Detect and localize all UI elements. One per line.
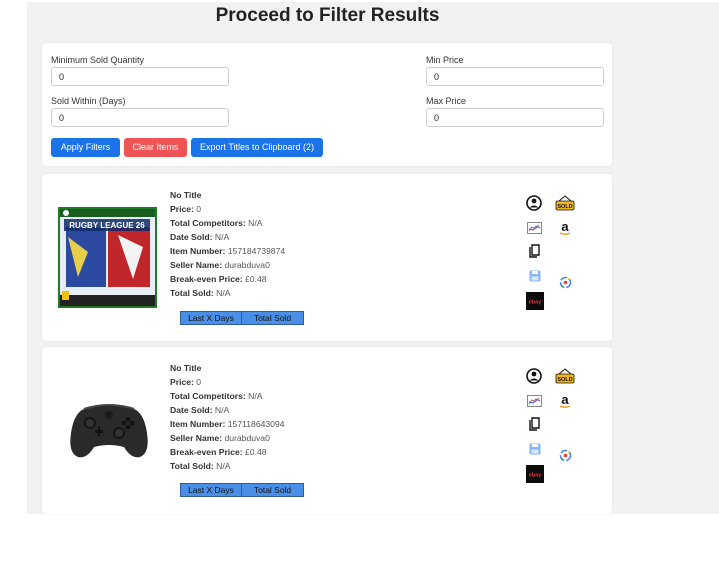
amazon-icon[interactable]: a [558, 392, 572, 414]
break-even-label: Break-even Price: [170, 447, 243, 457]
break-even-value: £0.48 [245, 447, 267, 457]
sales-chart-icon[interactable] [527, 221, 542, 239]
break-even-value: £0.48 [245, 274, 267, 284]
price-value: 0 [196, 377, 202, 387]
total-sold-value: N/A [216, 461, 231, 471]
item-number-value: 157184739874 [227, 246, 286, 256]
filter-panel: Minimum Sold Quantity 0 Min Price 0 Sold… [42, 43, 612, 166]
ebay-logo-icon[interactable]: ebay [526, 292, 544, 315]
seller-name-label: Seller Name: [170, 433, 223, 443]
apply-filters-button[interactable]: Apply Filters [51, 138, 120, 157]
item-details: No Title Price: 0 Total Competitors: N/A… [170, 361, 285, 473]
sold-badge-icon[interactable]: SOLD [555, 195, 575, 216]
total-sold-label: Total Sold: [170, 461, 214, 471]
competitors-value: N/A [248, 391, 263, 401]
tab-last-x-days[interactable]: Last X Days [180, 311, 242, 325]
date-sold-value: N/A [214, 232, 230, 242]
sales-chart-icon[interactable] [527, 394, 542, 412]
copy-icon[interactable] [529, 417, 540, 436]
item-card: No Title Price: 0 Total Competitors: N/A… [42, 347, 612, 514]
break-even-label: Break-even Price: [170, 274, 243, 284]
item-card: RUGBY LEAGUE 26 No Title Price: 0 Total … [42, 174, 612, 341]
min-sold-label: Minimum Sold Quantity [51, 55, 145, 65]
item-details: No Title Price: 0 Total Competitors: N/A… [170, 188, 285, 300]
date-sold-value: N/A [214, 405, 230, 415]
max-price-label: Max Price [426, 96, 467, 106]
sold-badge-icon[interactable]: SOLD [555, 368, 575, 389]
seller-name-value: durabduva0 [224, 260, 270, 270]
date-sold-label: Date Sold: [170, 232, 213, 242]
competitors-label: Total Competitors: [170, 391, 246, 401]
amazon-icon[interactable]: a [558, 219, 572, 241]
seller-name-label: Seller Name: [170, 260, 223, 270]
save-icon[interactable] [529, 269, 541, 287]
page-title: Proceed to Filter Results [215, 5, 440, 26]
competitors-value: N/A [248, 218, 263, 228]
product-image-controller[interactable] [68, 403, 150, 459]
total-sold-value: N/A [216, 288, 231, 298]
sales-tabs: Last X Days Total Sold [180, 311, 304, 325]
cover-title-text: RUGBY LEAGUE 26 [69, 221, 145, 230]
user-profile-icon[interactable] [526, 368, 542, 389]
export-titles-button[interactable]: Export Titles to Clipboard (2) [191, 138, 323, 157]
item-number-label: Item Number: [170, 246, 226, 256]
item-number-value: 157118643094 [227, 419, 285, 429]
clear-items-button[interactable]: Clear Items [124, 138, 187, 157]
sales-tabs: Last X Days Total Sold [180, 483, 304, 497]
tab-total-sold[interactable]: Total Sold [242, 483, 304, 497]
competitors-label: Total Competitors: [170, 218, 246, 228]
max-price-input[interactable]: 0 [426, 108, 604, 127]
item-title: No Title [170, 363, 202, 373]
user-profile-icon[interactable] [526, 195, 542, 216]
tab-total-sold[interactable]: Total Sold [242, 311, 304, 325]
date-sold-label: Date Sold: [170, 405, 213, 415]
tab-last-x-days[interactable]: Last X Days [180, 483, 242, 497]
google-lens-icon[interactable] [559, 276, 572, 294]
ebay-logo-text: ebay [529, 300, 542, 306]
sold-badge-text: SOLD [557, 377, 572, 383]
item-title: No Title [170, 190, 202, 200]
amazon-letter: a [561, 221, 569, 234]
product-image-game-cover[interactable]: RUGBY LEAGUE 26 [58, 207, 157, 308]
save-icon[interactable] [529, 442, 541, 460]
google-lens-icon[interactable] [559, 449, 572, 467]
ebay-logo-text: ebay [529, 473, 542, 479]
ebay-logo-icon[interactable]: ebay [526, 465, 544, 488]
amazon-letter: a [561, 394, 569, 407]
total-sold-label: Total Sold: [170, 288, 214, 298]
item-number-label: Item Number: [170, 419, 226, 429]
price-value: 0 [196, 204, 202, 214]
price-label: Price: [170, 377, 194, 387]
price-label: Price: [170, 204, 194, 214]
copy-icon[interactable] [529, 244, 540, 263]
min-price-label: Min Price [426, 55, 464, 65]
sold-badge-text: SOLD [557, 204, 572, 210]
min-price-input[interactable]: 0 [426, 67, 604, 86]
seller-name-value: durabduva0 [224, 433, 270, 443]
min-sold-input[interactable]: 0 [51, 67, 229, 86]
sold-within-label: Sold Within (Days) [51, 96, 126, 106]
sold-within-input[interactable]: 0 [51, 108, 229, 127]
